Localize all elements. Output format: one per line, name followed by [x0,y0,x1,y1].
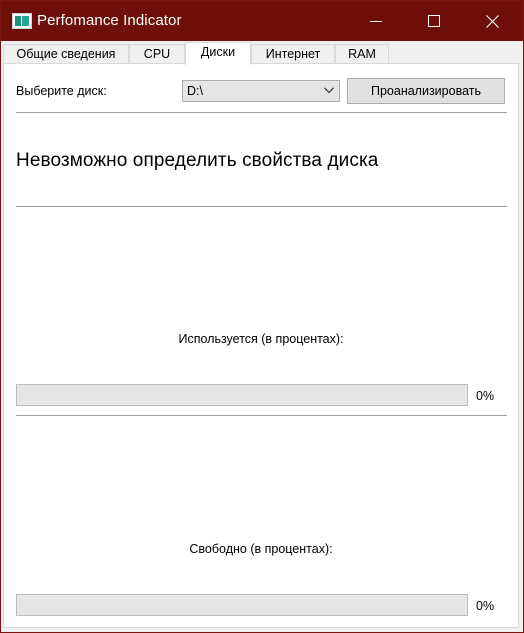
used-percent-value: 0% [476,389,495,403]
used-progress-bar [16,384,468,406]
used-percent-label: Используется (в процентах): [178,332,344,346]
app-window: Perfomance Indicator Общие сведения CPU … [0,0,524,633]
tab-disks[interactable]: Диски [185,42,251,65]
separator [16,415,507,416]
window-title: Perfomance Indicator [37,12,182,29]
tab-general[interactable]: Общие сведения [3,44,129,64]
minimize-button[interactable] [347,1,405,41]
maximize-icon [428,15,440,27]
select-disk-label: Выберите диск: [16,84,107,98]
free-percent-value: 0% [476,599,495,613]
close-button[interactable] [463,1,521,41]
chevron-down-icon [324,87,334,94]
tab-cpu[interactable]: CPU [129,44,185,64]
separator [16,112,507,113]
minimize-icon [370,21,382,22]
tab-internet[interactable]: Интернет [251,44,335,64]
disks-panel: Выберите диск: D:\ Проанализировать Нево… [3,63,519,628]
disk-select[interactable]: D:\ [182,80,340,102]
close-icon [485,14,499,28]
analyze-button[interactable]: Проанализировать [347,78,505,104]
client-area: Общие сведения CPU Диски Интернет RAM Вы… [1,41,523,632]
free-progress-bar [16,594,468,616]
title-bar[interactable]: Perfomance Indicator [1,1,523,41]
status-message: Невозможно определить свойства диска [16,150,379,171]
maximize-button[interactable] [405,1,463,41]
tab-ram[interactable]: RAM [335,44,389,64]
app-icon [12,13,32,29]
disk-select-value: D:\ [187,84,203,98]
free-percent-label: Свободно (в процентах): [189,542,333,556]
separator [16,206,507,207]
